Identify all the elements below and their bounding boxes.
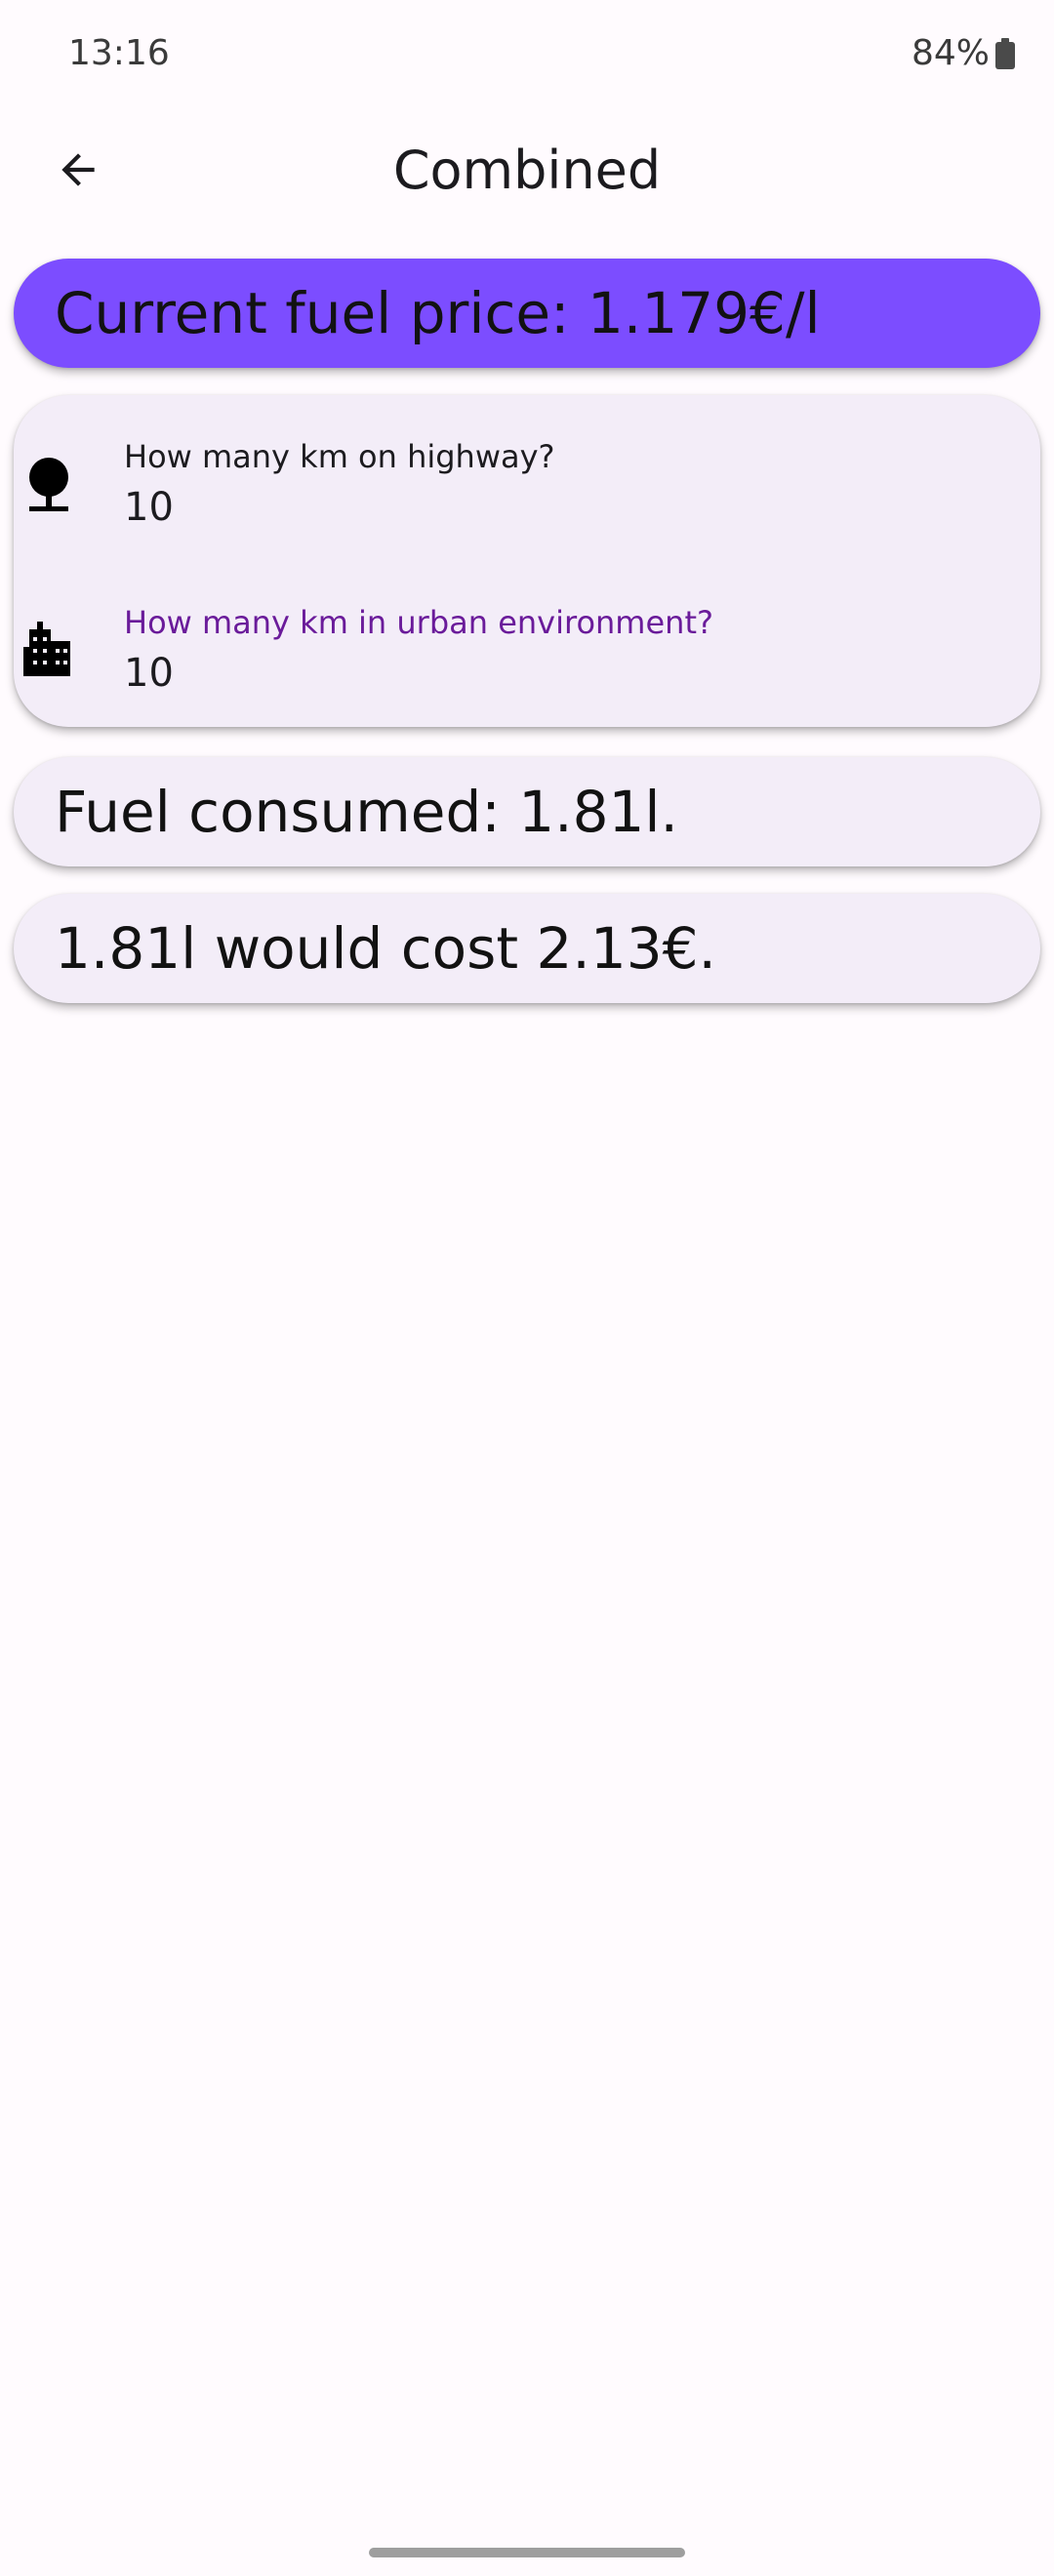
fuel-price-text: Current fuel price: 1.179€/l: [55, 280, 821, 346]
status-time: 13:16: [68, 33, 170, 73]
highway-km-input[interactable]: 10: [124, 485, 174, 530]
arrow-back-icon: [61, 153, 95, 186]
tree-icon: [29, 458, 68, 511]
city-icon: [23, 622, 70, 676]
highway-km-label: How many km on highway?: [124, 438, 555, 475]
fuel-price-card: Current fuel price: 1.179€/l: [14, 259, 1040, 368]
battery-percentage: 84%: [911, 33, 990, 73]
page-title: Combined: [392, 140, 662, 201]
home-indicator[interactable]: [369, 2548, 685, 2557]
status-bar: 13:16 84%: [0, 0, 1054, 107]
battery-icon: [995, 37, 1015, 69]
status-battery: 84%: [912, 33, 1015, 73]
fuel-cost-text: 1.81l would cost 2.13€.: [55, 915, 716, 982]
distance-input-card: How many km on highway? 10 How many km i…: [14, 395, 1040, 727]
urban-km-field[interactable]: How many km in urban environment? 10: [14, 590, 1040, 727]
fuel-consumed-card: Fuel consumed: 1.81l.: [14, 757, 1040, 866]
back-button[interactable]: [39, 131, 117, 209]
fuel-consumed-text: Fuel consumed: 1.81l.: [55, 779, 678, 845]
urban-km-input[interactable]: 10: [124, 651, 174, 696]
app-bar: Combined: [0, 107, 1054, 234]
highway-km-field[interactable]: How many km on highway? 10: [14, 424, 1040, 561]
fuel-cost-card: 1.81l would cost 2.13€.: [14, 894, 1040, 1003]
urban-km-label: How many km in urban environment?: [124, 604, 713, 641]
